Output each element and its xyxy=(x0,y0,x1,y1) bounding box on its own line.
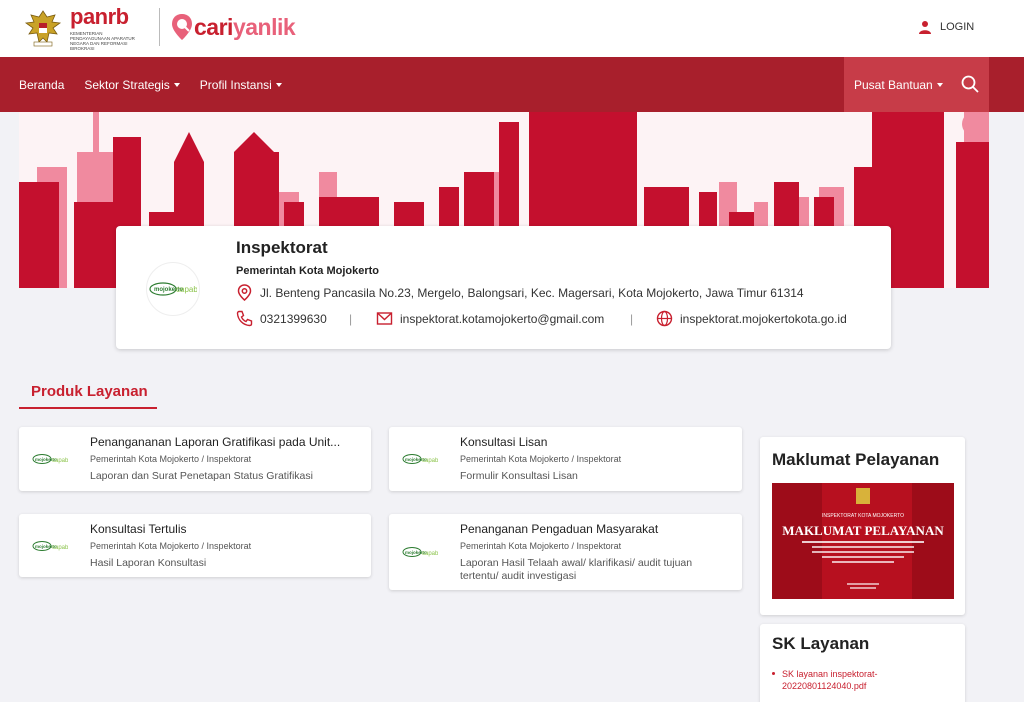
service-org: Pemerintah Kota Mojokerto / Inspektorat xyxy=(90,541,252,551)
service-card[interactable]: mojokerto capable Penangananan Laporan G… xyxy=(19,427,371,491)
service-org: Pemerintah Kota Mojokerto / Inspektorat xyxy=(460,541,622,551)
mojokerto-capable-logo-icon: mojokerto capable xyxy=(32,454,68,464)
mojokerto-capable-logo-icon: mojokerto capable xyxy=(149,282,197,296)
map-pin-logo-icon xyxy=(172,14,192,40)
user-icon xyxy=(919,21,931,34)
service-title: Penanganan Pengaduan Masyarakat xyxy=(460,522,659,536)
service-desc: Hasil Laporan Konsultasi xyxy=(90,557,207,569)
login-button[interactable]: LOGIN xyxy=(918,20,974,34)
maklumat-title: Maklumat Pelayanan xyxy=(772,450,940,469)
service-logo: mojokerto capable xyxy=(31,527,69,565)
service-org: Pemerintah Kota Mojokerto / Inspektorat xyxy=(90,454,252,464)
logo-text: capable xyxy=(52,545,68,551)
mojokerto-capable-logo-icon: mojokerto capable xyxy=(402,547,438,557)
logo-text: capable xyxy=(422,551,438,557)
phone-icon xyxy=(236,310,253,327)
nav-item-profil-instansi[interactable]: Profil Instansi xyxy=(200,78,282,92)
service-title: Konsultasi Lisan xyxy=(460,435,548,449)
service-title: Penangananan Laporan Gratifikasi pada Un… xyxy=(90,435,341,449)
login-label: LOGIN xyxy=(940,21,975,33)
nav-item-beranda[interactable]: Beranda xyxy=(19,78,64,92)
sk-document-link[interactable]: SK layanan inspektorat-20220801124040.pd… xyxy=(782,668,932,692)
email-row[interactable]: inspektorat.kotamojokerto@gmail.com xyxy=(376,310,604,327)
address-row: Jl. Benteng Pancasila No.23, Mergelo, Ba… xyxy=(236,284,804,301)
search-icon[interactable] xyxy=(961,75,979,93)
chevron-down-icon xyxy=(936,82,943,87)
maklumat-image[interactable]: INSPEKTORAT KOTA MOJOKERTO MAKLUMAT PELA… xyxy=(772,483,954,599)
list-bullet xyxy=(772,672,775,675)
service-desc: Formulir Konsultasi Lisan xyxy=(460,470,578,482)
nav-right-panel: Pusat Bantuan xyxy=(844,57,989,112)
top-header: panrb KEMENTERIAN PENDAYAGUNAAN APARATUR… xyxy=(0,0,1024,57)
sk-layanan-title: SK Layanan xyxy=(772,634,870,653)
panrb-subtitle: KEMENTERIAN PENDAYAGUNAAN APARATUR NEGAR… xyxy=(70,31,135,51)
nav-item-label: Pusat Bantuan xyxy=(854,77,933,92)
nav-item-sektor-strategis[interactable]: Sektor Strategis xyxy=(84,77,180,92)
sk-layanan-card: SK Layanan SK layanan inspektorat-202208… xyxy=(760,624,965,702)
separator: | xyxy=(349,312,353,326)
logo-divider xyxy=(159,8,160,46)
nav-menu: Beranda Sektor Strategis Profil Instansi xyxy=(19,57,282,112)
garuda-logo-icon xyxy=(24,10,62,47)
phone-row[interactable]: 0321399630 xyxy=(236,310,327,327)
service-logo: mojokerto capable xyxy=(401,533,439,571)
service-card[interactable]: mojokerto capable Konsultasi Lisan Pemer… xyxy=(389,427,742,491)
service-org: Pemerintah Kota Mojokerto / Inspektorat xyxy=(460,454,622,464)
section-underline xyxy=(19,407,157,409)
website-row[interactable]: inspektorat.mojokertokota.go.id xyxy=(656,310,847,327)
yanlik-text: yanlik xyxy=(232,13,296,40)
mojokerto-capable-logo-icon: mojokerto capable xyxy=(32,541,68,551)
cari-text: cari xyxy=(194,13,233,40)
service-desc: Laporan Hasil Telaah awal/ klarifikasi/ … xyxy=(460,557,693,582)
logo-text: capable xyxy=(176,285,197,294)
logo-text: capable xyxy=(422,458,438,464)
nav-item-label: Beranda xyxy=(19,77,65,92)
mojokerto-capable-logo-icon: mojokerto capable xyxy=(402,454,438,464)
chevron-down-icon xyxy=(173,82,180,87)
cariyanlik-logo[interactable]: cariyanlik xyxy=(171,13,296,41)
panrb-logo[interactable]: panrb KEMENTERIAN PENDAYAGUNAAN APARATUR… xyxy=(70,4,142,52)
logo-text: capable xyxy=(52,458,68,464)
nav-item-pusat-bantuan[interactable]: Pusat Bantuan xyxy=(854,78,943,92)
chevron-down-icon xyxy=(275,82,282,87)
maklumat-poster: INSPEKTORAT KOTA MOJOKERTO MAKLUMAT PELA… xyxy=(772,483,954,599)
maklumat-card: Maklumat Pelayanan INSPEKTORAT KOTA MOJO… xyxy=(760,437,965,615)
service-card[interactable]: mojokerto capable Konsultasi Tertulis Pe… xyxy=(19,514,371,577)
service-desc: Laporan dan Surat Penetapan Status Grati… xyxy=(90,470,313,482)
main-navbar: Beranda Sektor Strategis Profil Instansi… xyxy=(0,57,1024,112)
separator: | xyxy=(630,312,634,326)
service-title: Konsultasi Tertulis xyxy=(90,522,187,536)
produk-layanan-title[interactable]: Produk Layanan xyxy=(31,383,148,400)
email-text: inspektorat.kotamojokerto@gmail.com xyxy=(400,311,605,326)
phone-text: 0321399630 xyxy=(260,311,327,326)
instansi-name: Inspektorat xyxy=(236,238,328,257)
service-card[interactable]: mojokerto capable Penanganan Pengaduan M… xyxy=(389,514,742,590)
profile-card: mojokerto capable Inspektorat Pemerintah… xyxy=(116,226,891,349)
mail-icon xyxy=(376,312,393,325)
service-logo: mojokerto capable xyxy=(31,440,69,478)
nav-item-label: Sektor Strategis xyxy=(84,77,170,92)
cariyanlik-wordmark: cariyanlik xyxy=(194,13,296,41)
globe-icon xyxy=(656,310,673,327)
instansi-org: Pemerintah Kota Mojokerto xyxy=(236,265,380,277)
map-pin-icon xyxy=(237,284,252,301)
address-text: Jl. Benteng Pancasila No.23, Mergelo, Ba… xyxy=(260,285,804,300)
instansi-logo: mojokerto capable xyxy=(146,262,200,316)
poster-title: MAKLUMAT PELAYANAN xyxy=(782,523,944,538)
website-text: inspektorat.mojokertokota.go.id xyxy=(680,311,847,326)
service-logo: mojokerto capable xyxy=(401,440,439,478)
poster-header: INSPEKTORAT KOTA MOJOKERTO xyxy=(822,513,904,519)
panrb-wordmark: panrb xyxy=(70,4,129,29)
nav-item-label: Profil Instansi xyxy=(199,77,272,92)
